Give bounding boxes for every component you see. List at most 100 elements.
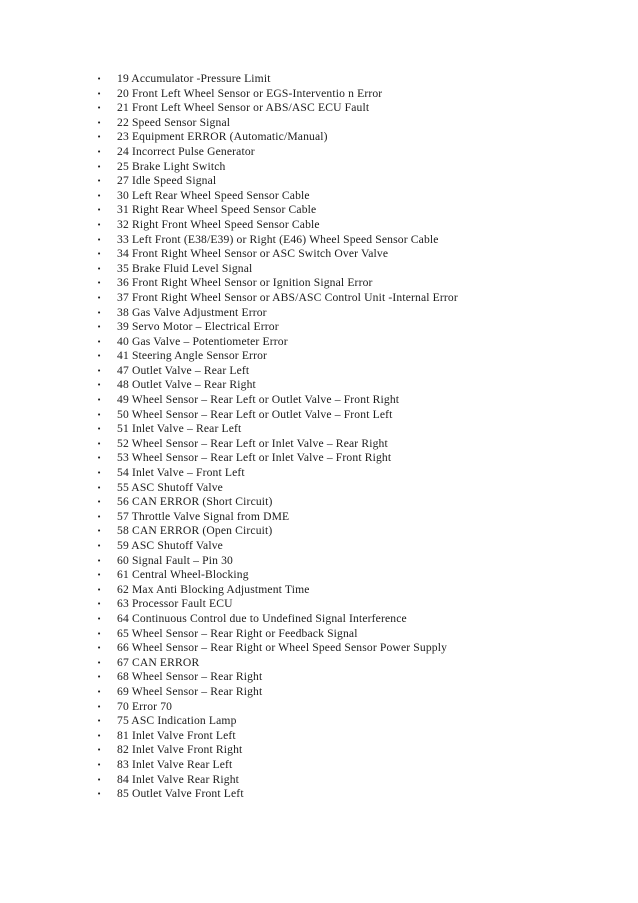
fault-code-text: 85 Outlet Valve Front Left — [117, 787, 244, 801]
bullet-icon: • — [97, 746, 102, 755]
list-item: • 81 Inlet Valve Front Left — [0, 729, 638, 744]
fault-code-list: • 19 Accumulator -Pressure Limit • 20 Front… — [0, 72, 638, 802]
list-item: • 82 Inlet Valve Front Right — [0, 743, 638, 758]
fault-code-text: 34 Front Right Wheel Sensor or ASC Switc… — [117, 247, 389, 261]
fault-code-text: 82 Inlet Valve Front Right — [117, 743, 243, 757]
bullet-icon: • — [97, 775, 102, 784]
bullet-icon: • — [97, 337, 102, 346]
list-item: • 64 Continuous Control due to Undefined … — [0, 612, 638, 627]
fault-code-text: 53 Wheel Sensor – Rear Left or Inlet Val… — [117, 451, 392, 465]
list-item: • 35 Brake Fluid Level Signal — [0, 262, 638, 277]
bullet-icon: • — [97, 220, 102, 229]
fault-code-text: 66 Wheel Sensor – Rear Right or Wheel Sp… — [117, 641, 448, 655]
bullet-icon: • — [97, 162, 102, 171]
bullet-icon: • — [97, 629, 102, 638]
fault-code-text: 75 ASC Indication Lamp — [117, 714, 237, 728]
list-item: • 58 CAN ERROR (Open Circuit) — [0, 524, 638, 539]
list-item: • 19 Accumulator -Pressure Limit — [0, 72, 638, 87]
bullet-icon: • — [97, 483, 102, 492]
fault-code-text: 67 CAN ERROR — [117, 655, 200, 669]
bullet-icon: • — [97, 760, 102, 769]
list-item: • 57 Throttle Valve Signal from DME — [0, 510, 638, 525]
fault-code-text: 51 Inlet Valve – Rear Left — [117, 422, 242, 436]
bullet-icon: • — [97, 323, 102, 332]
list-item: • 40 Gas Valve – Potentiometer Error — [0, 335, 638, 350]
fault-code-text: 27 Idle Speed Signal — [117, 174, 217, 188]
list-item: • 34 Front Right Wheel Sensor or ASC Swit… — [0, 247, 638, 262]
fault-code-text: 68 Wheel Sensor – Rear Right — [117, 670, 263, 684]
list-item: • 23 Equipment ERROR (Automatic/Manual) — [0, 130, 638, 145]
fault-code-text: 84 Inlet Valve Rear Right — [117, 772, 240, 786]
fault-code-text: 64 Continuous Control due to Undefined S… — [117, 611, 407, 625]
list-item: • 75 ASC Indication Lamp — [0, 714, 638, 729]
list-item: • 61 Central Wheel-Blocking — [0, 568, 638, 583]
bullet-icon: • — [97, 454, 102, 463]
fault-code-text: 37 Front Right Wheel Sensor or ABS/ASC C… — [117, 290, 458, 304]
fault-code-text: 39 Servo Motor – Electrical Error — [117, 320, 279, 334]
bullet-icon: • — [97, 410, 102, 419]
list-item: • 83 Inlet Valve Rear Left — [0, 758, 638, 773]
bullet-icon: • — [97, 527, 102, 536]
bullet-icon: • — [97, 687, 102, 696]
bullet-icon: • — [97, 731, 102, 740]
list-item: • 85 Outlet Valve Front Left — [0, 787, 638, 802]
bullet-icon: • — [97, 585, 102, 594]
list-item: • 59 ASC Shutoff Valve — [0, 539, 638, 554]
bullet-icon: • — [97, 425, 102, 434]
list-item: • 65 Wheel Sensor – Rear Right or Feedbac… — [0, 627, 638, 642]
list-item: • 53 Wheel Sensor – Rear Left or Inlet Va… — [0, 451, 638, 466]
list-item: • 67 CAN ERROR — [0, 656, 638, 671]
list-item: • 55 ASC Shutoff Valve — [0, 481, 638, 496]
bullet-icon: • — [97, 279, 102, 288]
list-item: • 60 Signal Fault – Pin 30 — [0, 554, 638, 569]
list-item: • 36 Front Right Wheel Sensor or Ignition… — [0, 276, 638, 291]
bullet-icon: • — [97, 469, 102, 478]
bullet-icon: • — [97, 235, 102, 244]
bullet-icon: • — [97, 498, 102, 507]
bullet-icon: • — [97, 118, 102, 127]
bullet-icon: • — [97, 75, 102, 83]
fault-code-text: 63 Processor Fault ECU — [117, 597, 233, 611]
fault-code-text: 20 Front Left Wheel Sensor or EGS-Interv… — [117, 86, 383, 100]
fault-code-text: 62 Max Anti Blocking Adjustment Time — [117, 582, 310, 596]
list-item: • 84 Inlet Valve Rear Right — [0, 773, 638, 788]
fault-code-text: 38 Gas Valve Adjustment Error — [117, 305, 267, 319]
fault-code-text: 59 ASC Shutoff Valve — [117, 539, 223, 552]
list-item: • 49 Wheel Sensor – Rear Left or Outlet V… — [0, 393, 638, 408]
bullet-icon: • — [97, 250, 102, 259]
bullet-icon: • — [97, 147, 102, 156]
list-item: • 54 Inlet Valve – Front Left — [0, 466, 638, 481]
list-item: • 47 Outlet Valve – Rear Left — [0, 364, 638, 379]
bullet-icon: • — [97, 439, 102, 448]
list-item: • 32 Right Front Wheel Speed Sensor Cable — [0, 218, 638, 233]
list-item: • 68 Wheel Sensor – Rear Right — [0, 670, 638, 685]
fault-code-text: 83 Inlet Valve Rear Left — [117, 757, 233, 771]
fault-code-text: 69 Wheel Sensor – Rear Right — [117, 684, 263, 698]
fault-code-text: 55 ASC Shutoff Valve — [117, 480, 223, 494]
fault-code-text: 56 CAN ERROR (Short Circuit) — [117, 495, 273, 509]
bullet-icon: • — [97, 512, 102, 521]
bullet-icon: • — [97, 614, 102, 623]
list-item: • 62 Max Anti Blocking Adjustment Time — [0, 583, 638, 598]
bullet-icon: • — [97, 702, 102, 711]
fault-code-text: 21 Front Left Wheel Sensor or ABS/ASC EC… — [117, 101, 370, 115]
list-item: • 69 Wheel Sensor – Rear Right — [0, 685, 638, 700]
fault-code-text: 57 Throttle Valve Signal from DME — [117, 509, 290, 523]
fault-code-text: 49 Wheel Sensor – Rear Left or Outlet Va… — [117, 393, 400, 407]
list-item: • 66 Wheel Sensor – Rear Right or Wheel S… — [0, 641, 638, 656]
bullet-icon: • — [97, 133, 102, 142]
bullet-icon: • — [97, 542, 102, 550]
fault-code-text: 54 Inlet Valve – Front Left — [117, 466, 245, 480]
list-item: • 41 Steering Angle Sensor Error — [0, 349, 638, 364]
list-item: • 30 Left Rear Wheel Speed Sensor Cable — [0, 189, 638, 204]
bullet-icon: • — [97, 381, 102, 390]
fault-code-text: 48 Outlet Valve – Rear Right — [117, 378, 256, 392]
bullet-icon: • — [97, 556, 102, 565]
bullet-icon: • — [97, 177, 102, 186]
fault-code-text: 60 Signal Fault – Pin 30 — [117, 553, 234, 567]
fault-code-text: 58 CAN ERROR (Open Circuit) — [117, 524, 273, 538]
list-item: • 31 Right Rear Wheel Speed Sensor Cable — [0, 203, 638, 218]
bullet-icon: • — [97, 104, 102, 113]
bullet-icon: • — [97, 366, 102, 375]
bullet-icon: • — [97, 264, 102, 273]
